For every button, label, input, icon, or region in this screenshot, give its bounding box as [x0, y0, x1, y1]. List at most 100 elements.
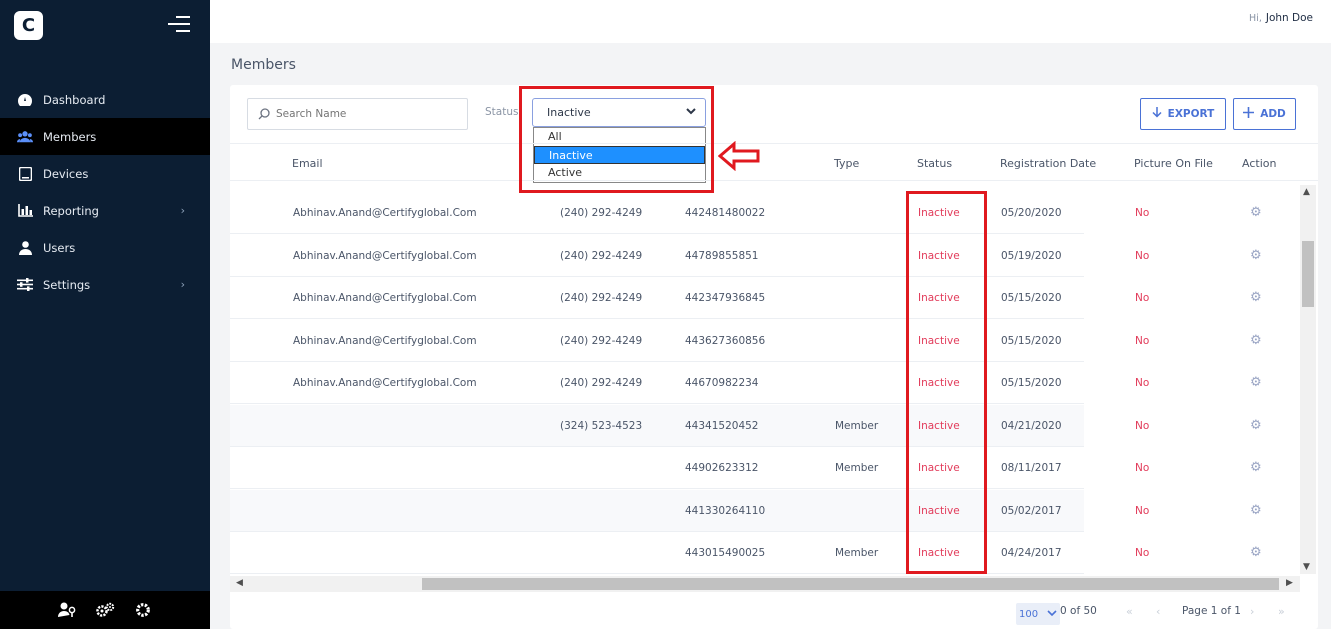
cell-phone: (324) 523-4523: [560, 420, 643, 432]
gear-icon[interactable]: [133, 600, 153, 620]
cell-status: Inactive: [918, 292, 960, 304]
vertical-scrollbar[interactable]: ▲ ▼: [1300, 185, 1316, 574]
cell-date: 05/15/2020: [1001, 377, 1062, 389]
horizontal-scroll-thumb[interactable]: [422, 578, 1279, 590]
sidebar-footer: [0, 591, 210, 629]
cell-date: 04/21/2020: [1001, 420, 1062, 432]
cell-id: 44902623312: [685, 462, 759, 474]
sidebar-item-users[interactable]: Users: [0, 229, 210, 266]
cell-id: 443627360856: [685, 335, 766, 347]
cell-picture: No: [1135, 377, 1150, 389]
cell-status: Inactive: [918, 420, 960, 432]
sidebar-item-settings[interactable]: Settings ›: [0, 266, 210, 303]
chevron-right-icon: ›: [180, 278, 185, 291]
table-row[interactable]: (324) 523-4523 44341520452 Member Inacti…: [230, 405, 1298, 448]
cell-status: Inactive: [918, 377, 960, 389]
sliders-icon: [17, 278, 33, 292]
cell-picture: No: [1135, 335, 1150, 347]
horizontal-scrollbar[interactable]: ◀ ▶: [230, 576, 1300, 592]
row-settings-gear-icon[interactable]: ⚙: [1250, 249, 1264, 263]
sidebar-item-members[interactable]: Members: [0, 118, 210, 155]
sidebar-item-reporting[interactable]: Reporting ›: [0, 192, 210, 229]
users-icon: [17, 130, 33, 144]
cell-type: Member: [835, 547, 879, 559]
cell-date: 05/20/2020: [1001, 207, 1062, 219]
cell-phone: (240) 292-4249: [560, 335, 643, 347]
plus-icon: [1243, 107, 1255, 121]
table-row[interactable]: Abhinav.Anand@Certifyglobal.Com (240) 29…: [230, 192, 1298, 235]
export-button[interactable]: EXPORT: [1140, 98, 1226, 130]
cell-picture: No: [1135, 420, 1150, 432]
cell-id: 442481480022: [685, 207, 766, 219]
scroll-down-icon[interactable]: ▼: [1303, 562, 1310, 572]
last-page-icon[interactable]: »: [1278, 605, 1285, 618]
status-select-value: Inactive: [547, 106, 591, 119]
row-settings-gear-icon[interactable]: ⚙: [1250, 461, 1264, 475]
export-label: EXPORT: [1167, 108, 1215, 120]
column-status[interactable]: Status: [917, 157, 952, 170]
cell-email: Abhinav.Anand@Certifyglobal.Com: [293, 292, 477, 304]
user-key-icon[interactable]: [57, 600, 77, 620]
sidebar-item-devices[interactable]: Devices: [0, 155, 210, 192]
column-action: Action: [1242, 157, 1277, 170]
cell-phone: (240) 292-4249: [560, 377, 643, 389]
cell-phone: (240) 292-4249: [560, 292, 643, 304]
menu-toggle-icon[interactable]: [168, 16, 190, 34]
row-settings-gear-icon[interactable]: ⚙: [1250, 546, 1264, 560]
gears-icon[interactable]: [95, 600, 115, 620]
next-page-icon[interactable]: ›: [1250, 605, 1254, 618]
vertical-scroll-thumb[interactable]: [1302, 241, 1314, 307]
sidebar-item-dashboard[interactable]: Dashboard: [0, 81, 210, 118]
column-registration-date[interactable]: Registration Date: [1000, 157, 1096, 170]
row-settings-gear-icon[interactable]: ⚙: [1250, 334, 1264, 348]
greeting-prefix: Hi,: [1249, 13, 1262, 24]
table-row[interactable]: 44902623312 Member Inactive 08/11/2017 N…: [230, 447, 1298, 490]
table-row[interactable]: Abhinav.Anand@Certifyglobal.Com (240) 29…: [230, 320, 1298, 363]
sidebar-item-label: Users: [43, 240, 76, 255]
user-name: John Doe: [1265, 12, 1313, 24]
first-page-icon[interactable]: «: [1126, 605, 1133, 618]
cell-email: Abhinav.Anand@Certifyglobal.Com: [293, 377, 477, 389]
row-settings-gear-icon[interactable]: ⚙: [1250, 419, 1264, 433]
row-settings-gear-icon[interactable]: ⚙: [1250, 504, 1264, 518]
search-icon: [258, 105, 270, 124]
cell-date: 05/15/2020: [1001, 335, 1062, 347]
table-row[interactable]: 441330264110 Inactive 05/02/2017 No ⚙: [230, 490, 1298, 533]
cell-picture: No: [1135, 207, 1150, 219]
scroll-right-icon[interactable]: ▶: [1286, 578, 1293, 588]
cell-date: 05/02/2017: [1001, 505, 1062, 517]
table-row[interactable]: Abhinav.Anand@Certifyglobal.Com (240) 29…: [230, 277, 1298, 320]
add-button[interactable]: ADD: [1233, 98, 1296, 130]
scroll-up-icon[interactable]: ▲: [1303, 187, 1310, 197]
status-filter-label: Status: [485, 106, 519, 118]
sidebar-item-label: Settings: [43, 277, 91, 292]
row-settings-gear-icon[interactable]: ⚙: [1250, 291, 1264, 305]
cell-email: Abhinav.Anand@Certifyglobal.Com: [293, 250, 477, 262]
column-type[interactable]: Type: [834, 157, 859, 170]
members-card: Status Inactive All Inactive Active EXPO…: [230, 85, 1318, 629]
status-select[interactable]: Inactive: [532, 98, 706, 127]
table-row[interactable]: Abhinav.Anand@Certifyglobal.Com (240) 29…: [230, 235, 1298, 278]
cell-date: 05/15/2020: [1001, 292, 1062, 304]
table-row[interactable]: 443015490025 Member Inactive 04/24/2017 …: [230, 532, 1298, 574]
column-email[interactable]: Email: [292, 157, 323, 170]
cell-status: Inactive: [918, 207, 960, 219]
prev-page-icon[interactable]: ‹: [1156, 605, 1160, 618]
search-box[interactable]: [247, 98, 468, 130]
user-greeting[interactable]: Hi, John Doe: [1249, 12, 1313, 24]
row-settings-gear-icon[interactable]: ⚙: [1250, 376, 1264, 390]
sidebar-item-label: Reporting: [43, 203, 99, 218]
scroll-left-icon[interactable]: ◀: [236, 578, 243, 588]
arrow-down-icon: [1152, 107, 1162, 121]
search-input[interactable]: [276, 108, 456, 120]
add-label: ADD: [1260, 108, 1286, 120]
table-header: Email Type Status Registration Date Pict…: [230, 143, 1318, 181]
rows-per-page-value: 100: [1019, 608, 1039, 620]
table-row[interactable]: Abhinav.Anand@Certifyglobal.Com (240) 29…: [230, 362, 1298, 405]
column-picture-on-file[interactable]: Picture On File: [1134, 157, 1213, 170]
cell-status: Inactive: [918, 250, 960, 262]
app-logo[interactable]: C: [14, 11, 43, 40]
cell-picture: No: [1135, 462, 1150, 474]
row-settings-gear-icon[interactable]: ⚙: [1250, 206, 1264, 220]
rows-per-page-select[interactable]: 100: [1016, 603, 1060, 625]
